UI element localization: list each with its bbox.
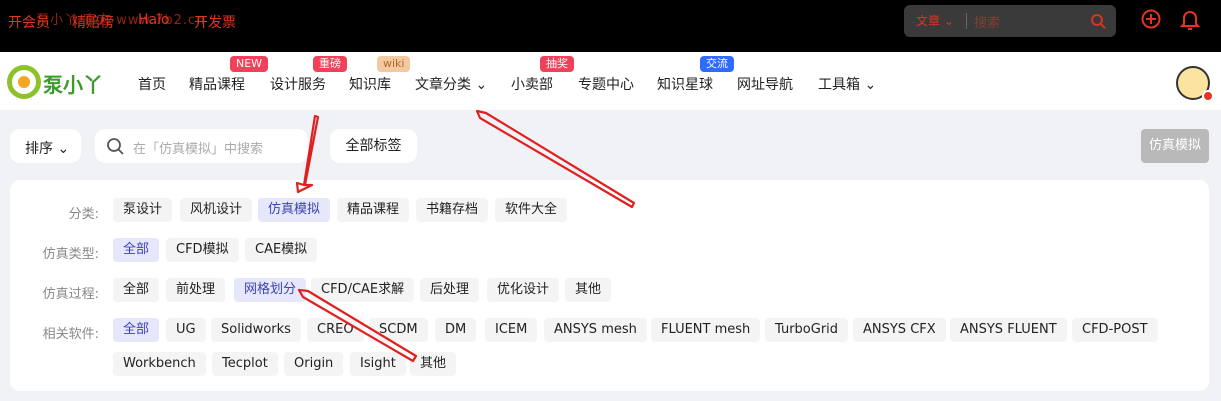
filter-chip[interactable]: 优化设计 xyxy=(487,278,560,302)
brand-logo[interactable]: 泵小丫 xyxy=(7,65,107,99)
current-tag-button[interactable]: 仿真模拟 xyxy=(1141,129,1209,163)
filter-chip-selected[interactable]: 仿真模拟 xyxy=(258,198,331,222)
badge-hot: 重磅 xyxy=(313,56,347,72)
chevron-down-icon: ⌄ xyxy=(53,141,70,157)
top-bar: 泵小丫 官方 www.7b2.cn 开会员 精赔榜 Halo 开发票 文章 ⌄ … xyxy=(0,0,1221,52)
search-placeholder: 在「仿真模拟」中搜索 xyxy=(133,142,264,157)
filter-chip[interactable]: Solidworks xyxy=(211,318,301,342)
search-icon[interactable] xyxy=(1090,13,1106,33)
add-icon[interactable] xyxy=(1141,9,1161,33)
nav-item-knowledge-base[interactable]: 知识库 xyxy=(349,74,391,94)
filter-chip[interactable]: Workbench xyxy=(113,352,206,376)
nav-item-home[interactable]: 首页 xyxy=(138,74,166,94)
topbar-link-ranking[interactable]: 精赔榜 xyxy=(72,12,114,32)
filter-chip[interactable]: TurboGrid xyxy=(765,318,849,342)
filter-chip[interactable]: ICEM xyxy=(485,318,538,342)
global-search: 文章 ⌄ 搜索 xyxy=(904,5,1116,37)
filter-chip-selected[interactable]: 网格划分 xyxy=(234,278,307,302)
filter-chip[interactable]: 其他 xyxy=(410,352,457,376)
search-scope-label: 文章 xyxy=(916,14,941,28)
nav-item-planet[interactable]: 知识星球 xyxy=(657,74,713,94)
filter-chip[interactable]: 其他 xyxy=(565,278,612,302)
filter-chip[interactable]: 书籍存档 xyxy=(416,198,489,222)
badge-new: NEW xyxy=(230,56,269,72)
watermark-text: 泵小丫 官方 www.7b2.cn xyxy=(36,13,206,28)
chevron-down-icon: ⌄ xyxy=(864,77,877,93)
verified-badge-icon xyxy=(1202,90,1214,102)
user-avatar[interactable] xyxy=(1176,66,1214,102)
nav-item-tools[interactable]: 工具箱 ⌄ xyxy=(818,74,876,94)
all-tags-button[interactable]: 全部标签 xyxy=(330,129,417,163)
filter-chip[interactable]: CFD-POST xyxy=(1072,318,1158,342)
bell-icon[interactable] xyxy=(1179,9,1201,35)
nav-item-label: 工具箱 xyxy=(818,77,860,93)
topbar-link-vip[interactable]: 开会员 xyxy=(8,12,50,32)
filter-chip-selected[interactable]: 全部 xyxy=(113,238,160,262)
filter-chip[interactable]: Origin xyxy=(284,352,344,376)
filter-label-sim-type: 仿真类型: xyxy=(42,247,99,262)
nav-item-topics[interactable]: 专题中心 xyxy=(578,74,634,94)
topbar-link-invoice[interactable]: 开发票 xyxy=(194,12,236,32)
filter-chip-selected[interactable]: 全部 xyxy=(113,318,160,342)
filter-chip[interactable]: CAE模拟 xyxy=(245,238,318,262)
filter-chip[interactable]: CFD/CAE求解 xyxy=(311,278,415,302)
badge-wiki: wiki xyxy=(377,56,411,72)
nav-item-courses[interactable]: 精品课程 xyxy=(189,74,245,94)
sort-dropdown[interactable]: 排序 ⌄ xyxy=(10,129,81,163)
topbar-link-halo[interactable]: Halo xyxy=(138,12,170,28)
nav-item-article-categories[interactable]: 文章分类 ⌄ xyxy=(415,74,487,94)
filter-chip[interactable]: 泵设计 xyxy=(113,198,173,222)
search-scope-dropdown[interactable]: 文章 ⌄ xyxy=(916,12,954,29)
logo-icon xyxy=(7,65,41,99)
filter-label-category: 分类: xyxy=(68,207,99,222)
category-search-input[interactable]: 在「仿真模拟」中搜索 xyxy=(95,129,308,163)
filter-chip[interactable]: 精品课程 xyxy=(337,198,410,222)
filter-chip[interactable]: CFD模拟 xyxy=(166,238,239,262)
filter-chip[interactable]: CREO xyxy=(307,318,364,342)
filter-chip[interactable]: ANSYS FLUENT xyxy=(950,318,1067,342)
filter-chip[interactable]: UG xyxy=(166,318,206,342)
main-nav: 泵小丫 NEW 重磅 wiki 抽奖 交流 首页 精品课程 设计服务 知识库 文… xyxy=(0,52,1221,110)
nav-item-shop[interactable]: 小卖部 xyxy=(511,74,553,94)
filter-chip[interactable]: Isight xyxy=(350,352,406,376)
filter-chip[interactable]: DM xyxy=(435,318,477,342)
nav-item-label: 文章分类 xyxy=(415,77,471,93)
filter-chip[interactable]: 风机设计 xyxy=(180,198,253,222)
filter-chip[interactable]: Tecplot xyxy=(212,352,278,376)
search-icon xyxy=(106,137,124,159)
filter-chip[interactable]: 全部 xyxy=(113,278,160,302)
sort-label: 排序 xyxy=(25,141,53,157)
filter-chip[interactable]: SCDM xyxy=(369,318,428,342)
filter-chip[interactable]: ANSYS mesh xyxy=(544,318,647,342)
nav-item-url-nav[interactable]: 网址导航 xyxy=(737,74,793,94)
filter-chip[interactable]: 后处理 xyxy=(420,278,480,302)
filter-chip[interactable]: 前处理 xyxy=(166,278,226,302)
filter-chip[interactable]: FLUENT mesh xyxy=(651,318,761,342)
search-input[interactable]: 搜索 xyxy=(974,12,1000,31)
brand-name: 泵小丫 xyxy=(43,73,103,97)
filter-panel: 分类: 泵设计 风机设计 仿真模拟 精品课程 书籍存档 软件大全 仿真类型: 全… xyxy=(10,180,1209,391)
divider xyxy=(966,13,967,29)
badge-chat: 交流 xyxy=(700,56,734,72)
chevron-down-icon: ⌄ xyxy=(475,77,488,93)
badge-lottery: 抽奖 xyxy=(540,56,574,72)
filter-chip[interactable]: ANSYS CFX xyxy=(853,318,946,342)
filter-label-sim-process: 仿真过程: xyxy=(42,287,99,302)
nav-item-design-service[interactable]: 设计服务 xyxy=(270,74,326,94)
filter-label-software: 相关软件: xyxy=(42,327,99,342)
filter-chip[interactable]: 软件大全 xyxy=(495,198,568,222)
